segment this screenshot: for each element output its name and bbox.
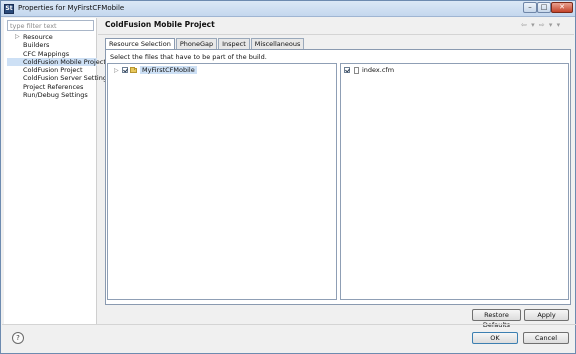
sidebar: ▷ Resource Builders CFC Mappings ColdFus…: [4, 18, 110, 324]
sidebar-item-cfc-mappings[interactable]: CFC Mappings: [7, 50, 97, 58]
project-tree[interactable]: ▷ MyFirstCFMobile: [107, 63, 337, 300]
properties-dialog: St Properties for MyFirstCFMobile – □ ✕ …: [0, 0, 576, 354]
filter-input[interactable]: [7, 20, 94, 31]
sidebar-item-coldfusion-project[interactable]: ColdFusion Project: [7, 66, 97, 74]
close-button[interactable]: ✕: [551, 2, 573, 13]
sidebar-item-coldfusion-server-settings[interactable]: ColdFusion Server Settings: [7, 74, 110, 82]
sidebar-item-resource[interactable]: ▷ Resource: [7, 33, 97, 41]
project-label[interactable]: MyFirstCFMobile: [140, 66, 197, 74]
sidebar-item-label: Builders: [23, 41, 50, 50]
header-divider: [98, 34, 574, 35]
file-list[interactable]: index.cfm: [340, 63, 569, 300]
sidebar-item-builders[interactable]: Builders: [7, 41, 97, 49]
sidebar-item-label: Project References: [23, 82, 84, 91]
file-checkbox[interactable]: [344, 67, 350, 73]
list-item[interactable]: index.cfm: [344, 66, 394, 74]
ok-button[interactable]: OK: [472, 332, 518, 344]
maximize-button[interactable]: □: [537, 2, 551, 13]
sidebar-item-label: ColdFusion Project: [23, 66, 83, 75]
sidebar-nav: ▷ Resource Builders CFC Mappings ColdFus…: [7, 33, 110, 99]
app-icon: St: [4, 4, 14, 14]
expand-arrow-icon[interactable]: ▷: [15, 33, 20, 41]
tab-bar: Resource Selection PhoneGap Inspect Misc…: [105, 38, 305, 50]
cancel-button[interactable]: Cancel: [523, 332, 569, 344]
folder-icon: [130, 66, 137, 73]
help-icon[interactable]: ?: [12, 332, 24, 344]
minimize-button[interactable]: –: [523, 2, 537, 13]
file-label: index.cfm: [362, 66, 395, 74]
history-nav-icons[interactable]: ⇦ ▾ ⇨ ▾ ▾: [521, 21, 561, 29]
sidebar-item-label: Resource: [23, 33, 53, 41]
footer-divider: [2, 324, 576, 325]
restore-defaults-button[interactable]: Restore Defaults: [472, 309, 521, 329]
file-icon: [354, 66, 359, 74]
sidebar-item-label: CFC Mappings: [23, 49, 70, 58]
tab-phonegap[interactable]: PhoneGap: [175, 38, 218, 49]
sidebar-item-coldfusion-mobile-project[interactable]: ColdFusion Mobile Project: [7, 57, 106, 67]
sidebar-item-project-references[interactable]: Project References: [7, 83, 97, 91]
window-title: Properties for MyFirstCFMobile: [18, 4, 125, 12]
tab-panel: Select the files that have to be part of…: [105, 49, 571, 305]
sidebar-item-label: ColdFusion Server Settings: [23, 74, 111, 83]
sidebar-item-label: Run/Debug Settings: [23, 91, 88, 100]
expand-arrow-icon[interactable]: ▷: [114, 67, 122, 74]
page-title: ColdFusion Mobile Project: [105, 20, 215, 29]
sidebar-item-run-debug-settings[interactable]: Run/Debug Settings: [7, 91, 97, 99]
apply-button[interactable]: Apply: [524, 309, 569, 321]
title-bar: St Properties for MyFirstCFMobile – □ ✕: [1, 1, 575, 17]
tree-row[interactable]: ▷ MyFirstCFMobile: [114, 66, 197, 74]
tab-inspect[interactable]: Inspect: [218, 38, 250, 49]
project-checkbox[interactable]: [122, 67, 128, 73]
instructions-text: Select the files that have to be part of…: [110, 53, 267, 61]
sidebar-item-label: ColdFusion Mobile Project: [23, 57, 106, 66]
tab-miscellaneous[interactable]: Miscellaneous: [250, 38, 305, 49]
